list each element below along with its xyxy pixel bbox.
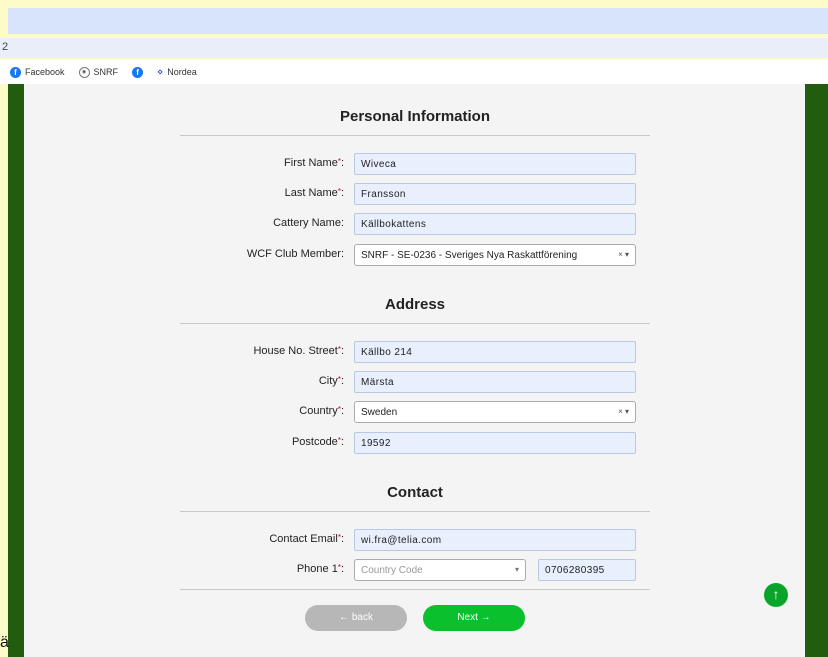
bookmark-nordea[interactable]: ⋄ Nordea bbox=[157, 67, 197, 78]
first-name-field[interactable]: Wiveca bbox=[354, 153, 636, 175]
label-house-street: House No. Street*: bbox=[253, 345, 344, 357]
back-button[interactable]: ← back bbox=[305, 605, 407, 631]
snrf-icon: ◉ bbox=[78, 66, 90, 78]
facebook-icon: f bbox=[132, 66, 144, 78]
club-member-value: SNRF - SE-0236 - Sveriges Nya Raskattför… bbox=[361, 250, 578, 261]
label-cattery-name: Cattery Name: bbox=[273, 217, 344, 229]
label-city: City*: bbox=[318, 375, 344, 387]
tab-fragment: 2 bbox=[2, 41, 9, 53]
country-value: Sweden bbox=[361, 407, 398, 418]
divider bbox=[180, 511, 650, 512]
arrow-up-icon: ↑ bbox=[772, 586, 780, 602]
house-street-field[interactable]: Källbo 214 bbox=[354, 341, 636, 363]
chevron-down-icon[interactable]: ▾ bbox=[625, 250, 629, 259]
clear-icon[interactable]: × bbox=[618, 407, 623, 416]
divider bbox=[180, 589, 650, 590]
bookmark-snrf[interactable]: ◉ SNRF bbox=[78, 66, 119, 78]
country-select[interactable]: Sweden × ▾ bbox=[354, 401, 636, 423]
label-club-member: WCF Club Member: bbox=[246, 248, 344, 260]
bookmark-label: Facebook bbox=[25, 67, 65, 77]
bookmark-label: Nordea bbox=[167, 67, 197, 77]
phone-1-field[interactable]: 0706280395 bbox=[538, 559, 636, 581]
bookmark-label: SNRF bbox=[93, 67, 119, 77]
nordea-icon: ⋄ bbox=[157, 66, 164, 78]
cattery-name-field[interactable]: Källbokattens bbox=[354, 213, 636, 235]
clear-icon[interactable]: × bbox=[618, 250, 623, 259]
country-code-placeholder: Country Code bbox=[361, 565, 423, 576]
browser-address-bar[interactable] bbox=[8, 8, 828, 34]
label-last-name: Last Name*: bbox=[284, 187, 344, 199]
city-field[interactable]: Märsta bbox=[354, 371, 636, 393]
country-code-select[interactable]: Country Code ▾ bbox=[354, 559, 526, 581]
scroll-to-top-button[interactable]: ↑ bbox=[764, 583, 788, 607]
bookmark-facebook-2[interactable]: f bbox=[132, 66, 144, 78]
facebook-icon: f bbox=[10, 66, 21, 78]
label-postcode: Postcode*: bbox=[291, 436, 344, 448]
select-controls[interactable]: × ▾ bbox=[618, 250, 629, 259]
club-member-select[interactable]: SNRF - SE-0236 - Sveriges Nya Raskattför… bbox=[354, 244, 636, 266]
bookmark-facebook[interactable]: f Facebook bbox=[10, 66, 65, 78]
left-frame bbox=[8, 84, 24, 657]
bookmarks-bar: f Facebook ◉ SNRF f ⋄ Nordea bbox=[0, 60, 828, 84]
chevron-down-icon[interactable]: ▾ bbox=[515, 565, 519, 574]
label-first-name: First Name*: bbox=[284, 157, 344, 169]
top-strip bbox=[0, 0, 828, 8]
section-title-address: Address bbox=[384, 296, 446, 313]
section-title-personal: Personal Information bbox=[339, 108, 491, 125]
left-margin bbox=[0, 84, 8, 657]
stray-character: ä bbox=[0, 634, 9, 651]
right-frame bbox=[805, 84, 828, 657]
label-contact-email: Contact Email*: bbox=[269, 533, 344, 545]
chevron-down-icon[interactable]: ▾ bbox=[625, 407, 629, 416]
contact-email-field[interactable]: wi.fra@telia.com bbox=[354, 529, 636, 551]
label-phone-1: Phone 1*: bbox=[296, 563, 344, 575]
select-controls[interactable]: × ▾ bbox=[618, 407, 629, 416]
divider bbox=[180, 135, 650, 136]
last-name-field[interactable]: Fransson bbox=[354, 183, 636, 205]
postcode-field[interactable]: 19592 bbox=[354, 432, 636, 454]
next-button[interactable]: Next → bbox=[423, 605, 525, 631]
browser-tab-row: 2 bbox=[0, 38, 828, 58]
label-country: Country*: bbox=[299, 405, 344, 417]
section-title-contact: Contact bbox=[387, 484, 443, 501]
divider bbox=[180, 323, 650, 324]
